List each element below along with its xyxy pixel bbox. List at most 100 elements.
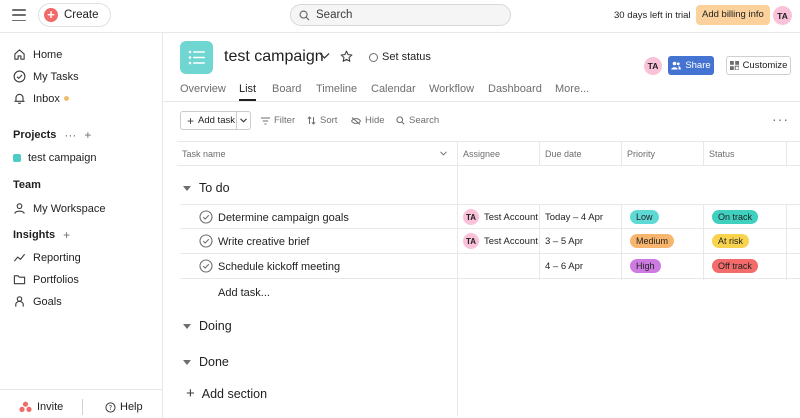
share-button[interactable]: Share bbox=[668, 56, 714, 75]
sidebar-item-my-workspace[interactable]: My Workspace bbox=[13, 202, 106, 215]
add-task-dropdown[interactable] bbox=[236, 111, 251, 130]
sidebar-item-goals[interactable]: Goals bbox=[13, 295, 62, 308]
trial-text: 30 days left in trial bbox=[614, 10, 691, 21]
sidebar-item-inbox[interactable]: Inbox bbox=[13, 92, 69, 105]
collapse-triangle-icon[interactable] bbox=[183, 359, 191, 365]
tab-list[interactable]: List bbox=[239, 83, 256, 95]
user-avatar[interactable]: TA bbox=[773, 6, 792, 25]
create-label: Create bbox=[64, 9, 99, 21]
chevron-down-icon[interactable] bbox=[319, 52, 330, 60]
sidebar-item-home[interactable]: Home bbox=[13, 48, 62, 61]
person-icon bbox=[15, 296, 24, 307]
section-done[interactable]: Done bbox=[183, 355, 229, 369]
assignee-cell[interactable]: TA Test Account bbox=[463, 209, 538, 225]
sidebar-item-label: Portfolios bbox=[33, 273, 79, 286]
priority-badge[interactable]: Medium bbox=[630, 234, 675, 248]
top-bar: + Create 30 days left in trial Add billi… bbox=[0, 0, 800, 33]
sidebar-item-test-campaign[interactable]: test campaign bbox=[13, 152, 96, 164]
tab-calendar[interactable]: Calendar bbox=[371, 83, 416, 95]
project-title: test campaign bbox=[224, 48, 324, 65]
member-avatar[interactable]: TA bbox=[644, 57, 662, 75]
sort-button[interactable]: Sort bbox=[307, 115, 337, 126]
assignee-name: Test Account bbox=[484, 235, 538, 247]
add-project-icon[interactable]: + bbox=[84, 128, 91, 142]
search-tasks-button[interactable]: Search bbox=[396, 115, 439, 126]
due-date[interactable]: 4 – 6 Apr bbox=[545, 261, 583, 272]
tabs-divider bbox=[163, 101, 800, 102]
set-status-label: Set status bbox=[382, 51, 431, 63]
hide-button[interactable]: Hide bbox=[351, 115, 385, 126]
more-options-icon[interactable]: ··· bbox=[772, 112, 789, 126]
status-badge[interactable]: At risk bbox=[712, 234, 750, 248]
search-input[interactable] bbox=[316, 9, 496, 21]
customize-button[interactable]: Customize bbox=[726, 56, 791, 75]
section-doing[interactable]: Doing bbox=[183, 319, 232, 333]
filter-icon bbox=[261, 117, 270, 124]
task-name[interactable]: Write creative brief bbox=[218, 236, 310, 248]
tab-board[interactable]: Board bbox=[272, 83, 301, 95]
insights-heading-label: Insights bbox=[13, 229, 56, 241]
add-task-button[interactable]: + Add task bbox=[180, 111, 237, 130]
task-name[interactable]: Schedule kickoff meeting bbox=[218, 261, 340, 273]
task-name[interactable]: Determine campaign goals bbox=[218, 212, 349, 224]
sidebar-item-my-tasks[interactable]: My Tasks bbox=[13, 70, 79, 83]
global-search[interactable] bbox=[290, 4, 511, 26]
status-badge[interactable]: On track bbox=[712, 210, 759, 224]
filter-button[interactable]: Filter bbox=[261, 115, 295, 126]
star-icon[interactable] bbox=[340, 50, 353, 63]
priority-badge[interactable]: High bbox=[630, 259, 661, 273]
set-status-button[interactable]: Set status bbox=[369, 51, 431, 63]
sidebar-item-portfolios[interactable]: Portfolios bbox=[13, 273, 79, 286]
status-badge[interactable]: Off track bbox=[712, 259, 758, 273]
priority-badge[interactable]: Low bbox=[630, 210, 659, 224]
sidebar: Home My Tasks Inbox Projects ··· + test … bbox=[0, 33, 163, 418]
chart-line-icon bbox=[13, 253, 26, 262]
tab-overview[interactable]: Overview bbox=[180, 83, 226, 95]
tab-dashboard[interactable]: Dashboard bbox=[488, 83, 542, 95]
search-label: Search bbox=[409, 115, 440, 126]
people-icon bbox=[14, 203, 25, 214]
collapse-triangle-icon[interactable] bbox=[183, 323, 191, 329]
chevron-down-icon bbox=[240, 118, 247, 123]
column-header-assignee[interactable]: Assignee bbox=[458, 141, 540, 166]
search-icon bbox=[396, 116, 405, 125]
help-label: Help bbox=[120, 401, 143, 413]
invite-button[interactable]: Invite bbox=[19, 401, 63, 413]
sidebar-item-reporting[interactable]: Reporting bbox=[13, 251, 81, 264]
check-circle-icon[interactable] bbox=[199, 234, 213, 248]
due-date[interactable]: Today – 4 Apr bbox=[545, 212, 603, 223]
add-section-button[interactable]: + Add section bbox=[186, 385, 267, 402]
help-icon: ? bbox=[105, 401, 116, 413]
due-date[interactable]: 3 – 5 Apr bbox=[545, 236, 583, 247]
assignee-cell[interactable]: TA Test Account bbox=[463, 233, 538, 249]
table-row[interactable]: Determine campaign goals TA Test Account… bbox=[180, 204, 800, 229]
sort-icon bbox=[307, 116, 316, 125]
table-row[interactable]: Write creative brief TA Test Account 3 –… bbox=[180, 229, 800, 254]
add-billing-button[interactable]: Add billing info bbox=[696, 5, 770, 25]
add-insight-icon[interactable]: + bbox=[63, 228, 70, 242]
more-options-icon[interactable]: ··· bbox=[64, 128, 76, 142]
column-header-priority[interactable]: Priority bbox=[622, 141, 704, 166]
projects-heading: Projects ··· + bbox=[13, 128, 91, 142]
svg-text:?: ? bbox=[109, 403, 113, 411]
section-title: Doing bbox=[199, 319, 232, 333]
assignee-avatar: TA bbox=[463, 233, 479, 249]
hamburger-menu-icon[interactable] bbox=[12, 9, 26, 21]
table-row[interactable]: Schedule kickoff meeting 4 – 6 Apr High … bbox=[180, 254, 800, 279]
sidebar-item-label: My Tasks bbox=[33, 70, 79, 83]
add-task-link[interactable]: Add task... bbox=[218, 287, 270, 299]
column-header-due-date[interactable]: Due date bbox=[540, 141, 622, 166]
check-circle-icon[interactable] bbox=[199, 210, 213, 224]
sidebar-item-label: Home bbox=[33, 48, 63, 61]
status-circle-icon bbox=[369, 52, 378, 62]
section-to-do[interactable]: To do bbox=[183, 181, 230, 195]
tab-more[interactable]: More... bbox=[555, 83, 589, 95]
column-header-task-name[interactable]: Task name bbox=[177, 141, 457, 166]
help-button[interactable]: ? Help bbox=[105, 401, 143, 413]
tab-timeline[interactable]: Timeline bbox=[316, 83, 357, 95]
check-circle-icon[interactable] bbox=[199, 259, 213, 273]
collapse-triangle-icon[interactable] bbox=[183, 185, 191, 191]
tab-workflow[interactable]: Workflow bbox=[429, 83, 474, 95]
create-button[interactable]: + Create bbox=[39, 4, 110, 26]
chevron-down-icon[interactable] bbox=[440, 151, 447, 156]
